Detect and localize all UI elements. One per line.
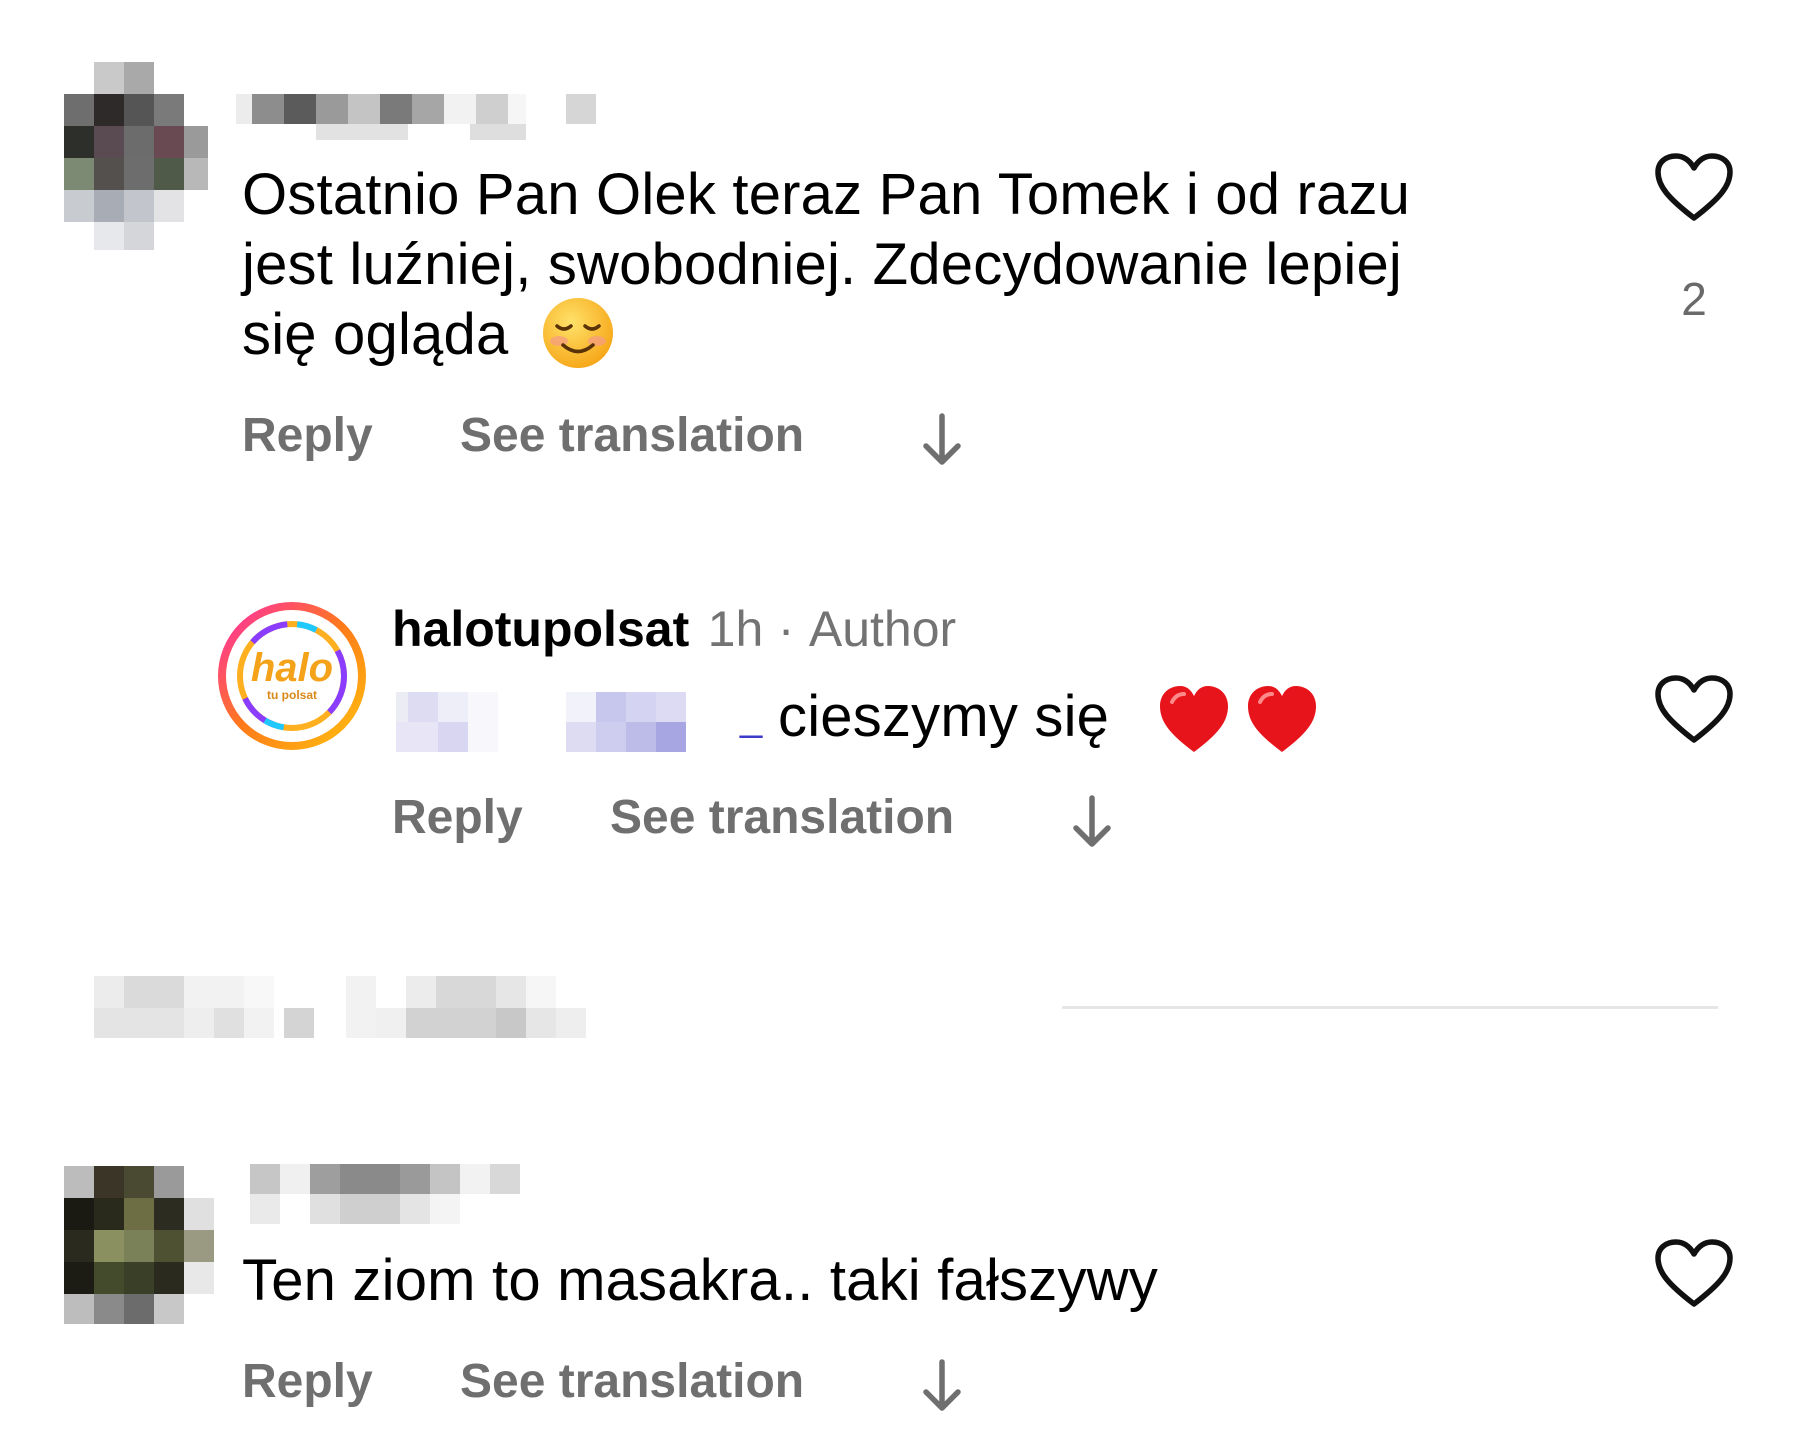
mention-suffix[interactable]: _ (740, 682, 762, 752)
username[interactable]: halotupolsat (392, 601, 689, 657)
see-translation-button[interactable]: See translation (610, 790, 954, 845)
comment-text-line: Ostatnio Pan Olek teraz Pan Tomek i od r… (242, 162, 1411, 227)
separator: · (777, 601, 795, 657)
author-badge: Author (808, 601, 957, 657)
comment-header: halotupolsat 1h · Author (392, 600, 956, 658)
reply-button[interactable]: Reply (392, 790, 523, 845)
heart-outline-icon[interactable] (1654, 674, 1734, 746)
comment-text: Ten ziom to masakra.. taki fałszywy (242, 1248, 1158, 1313)
heart-outline-icon[interactable] (1654, 152, 1734, 224)
reply-button[interactable]: Reply (242, 408, 373, 463)
comment-text-line: się ogląda (242, 297, 1542, 376)
avatar[interactable]: halo tu polsat (216, 600, 368, 752)
arrow-down-icon[interactable] (920, 412, 964, 468)
avatar-sub: tu polsat (267, 688, 317, 702)
avatar-logo: halo (250, 646, 334, 690)
reply-button[interactable]: Reply (242, 1354, 373, 1409)
heart-outline-icon[interactable] (1654, 1238, 1734, 1310)
arrow-down-icon[interactable] (920, 1358, 964, 1414)
smiling-emoji (541, 296, 615, 370)
comment-text: Ostatnio Pan Olek teraz Pan Tomek i od r… (242, 160, 1542, 376)
username-redacted[interactable] (250, 1164, 540, 1226)
comment-text-line: się ogląda (242, 302, 509, 367)
see-translation-button[interactable]: See translation (460, 1354, 804, 1409)
see-translation-button[interactable]: See translation (460, 408, 804, 463)
avatar[interactable] (58, 1166, 218, 1326)
username-redacted[interactable] (236, 94, 636, 144)
comment-text-line: jest luźniej, swobodniej. Zdecydowanie l… (242, 232, 1402, 297)
arrow-down-icon[interactable] (1070, 794, 1114, 850)
like-count[interactable]: 2 (1654, 272, 1734, 326)
heart-emojis (1158, 682, 1328, 761)
timestamp: 1h (707, 601, 764, 657)
comment-text: cieszymy się (778, 684, 1110, 749)
view-replies-redacted[interactable] (94, 976, 604, 1040)
mention-redacted[interactable] (396, 692, 756, 752)
avatar[interactable] (58, 62, 208, 252)
divider (1062, 1006, 1718, 1009)
